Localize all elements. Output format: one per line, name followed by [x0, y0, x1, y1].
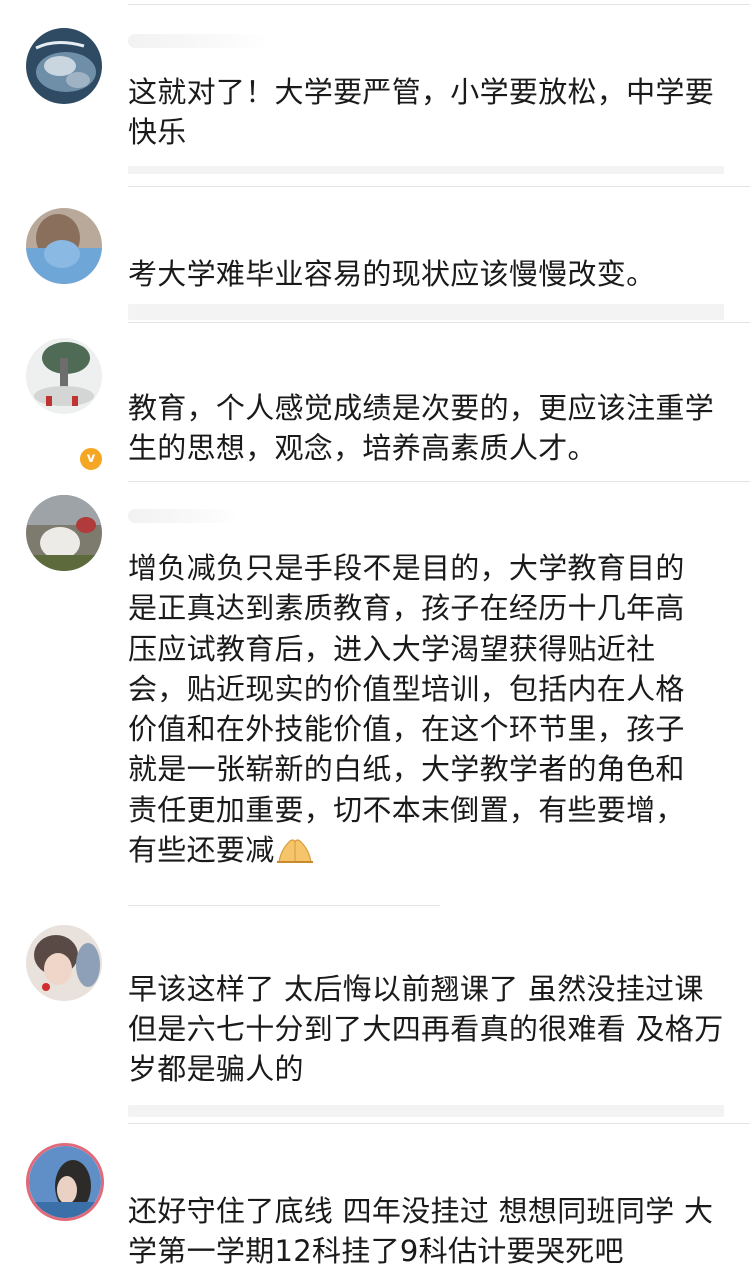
comment-text: 考大学难毕业容易的现状应该慢慢改变。: [128, 257, 656, 291]
comment-item: 教育，个人感觉成绩是次要的，更应该注重学生的思想，观念，培养高素质人才。: [0, 322, 750, 482]
user-avatar[interactable]: [26, 1143, 104, 1221]
comment-item: 增负减负只是手段不是目的，大学教育目的是正真达到素质教育，孩子在经历十几年高压应…: [0, 481, 750, 905]
comment-footer: [128, 304, 724, 320]
folded-hands-icon: [276, 839, 313, 864]
comment-item: v 考大学难毕业容易的现状应该慢慢改变。: [0, 186, 750, 472]
comment-item: 这就对了！大学要严管，小学要放松，中学要快乐: [0, 0, 750, 186]
comment-text: 教育，个人感觉成绩是次要的，更应该注重学生的思想，观念，培养高素质人才。: [128, 391, 715, 465]
comment-item: 还好守住了底线 四年没挂过 想想同班同学 大学第一学期12科挂了9科估计要哭死吧: [0, 1123, 750, 1288]
comment-text: 早该这样了 太后悔以前翘课了 虽然没挂过课 但是六七十分到了大四再看真的很难看 …: [128, 972, 724, 1086]
user-avatar[interactable]: [26, 925, 102, 1001]
user-avatar[interactable]: [26, 208, 102, 284]
comment-item: 早该这样了 太后悔以前翘课了 虽然没挂过课 但是六七十分到了大四再看真的很难看 …: [0, 905, 750, 1123]
comment-text-body: 增负减负只是手段不是目的，大学教育目的是正真达到素质教育，孩子在经历十几年高压应…: [128, 551, 685, 868]
username-redacted[interactable]: [128, 34, 268, 48]
comment-text: 还好守住了底线 四年没挂过 想想同班同学 大学第一学期12科挂了9科估计要哭死吧: [128, 1194, 714, 1268]
user-avatar[interactable]: [26, 338, 102, 414]
user-avatar[interactable]: [26, 28, 102, 104]
user-avatar[interactable]: [26, 495, 102, 571]
username-redacted[interactable]: [128, 509, 238, 523]
comment-footer: [128, 1105, 724, 1117]
comment-text: 这就对了！大学要严管，小学要放松，中学要快乐: [128, 75, 715, 149]
comment-text: 增负减负只是手段不是目的，大学教育目的是正真达到素质教育，孩子在经历十几年高压应…: [128, 548, 703, 870]
comment-footer: [128, 166, 724, 174]
